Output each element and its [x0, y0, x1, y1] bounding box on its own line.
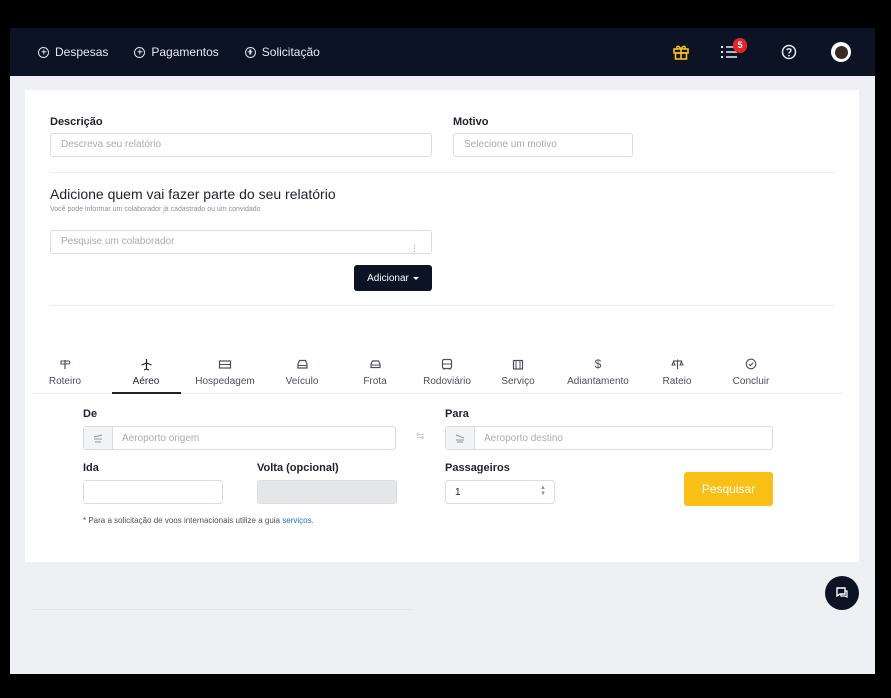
tab-adiantamento[interactable]: $ Adiantamento: [558, 356, 638, 387]
search-flights-label: Pesquisar: [701, 482, 756, 496]
divider: [50, 305, 835, 306]
car-icon: [296, 359, 308, 369]
departure-date-input[interactable]: [83, 480, 223, 504]
de-label: De: [83, 408, 98, 420]
tab-veiculo-label: Veículo: [285, 376, 319, 387]
tasks-icon[interactable]: 5: [719, 38, 747, 62]
note-text: * Para a solicitação de voos internacion…: [83, 516, 281, 525]
tab-rateio-label: Rateio: [662, 376, 692, 387]
chat-icon: [836, 587, 848, 598]
car-icon: [369, 360, 381, 369]
nav-solicitacao[interactable]: Solicitação: [244, 45, 320, 59]
nav-despesas-label: Despesas: [55, 45, 109, 59]
passengers-stepper[interactable]: 1 ▲ ▼: [445, 480, 555, 504]
collaborator-search-placeholder: Pesquise um colaborador: [61, 236, 175, 247]
add-participant-label: Adicionar: [367, 272, 409, 284]
more-vertical-icon: ⋮: [410, 243, 419, 253]
signpost-icon: [60, 360, 71, 369]
tab-rodoviario[interactable]: Rodoviário: [417, 356, 477, 387]
motivo-label: Motivo: [453, 116, 489, 128]
stepper-arrows-icon[interactable]: ▲ ▼: [540, 485, 546, 497]
page-content: Descrição Descreva seu relatório Motivo …: [10, 76, 875, 674]
airplane-icon: [140, 358, 152, 371]
tab-aereo[interactable]: Aéreo: [121, 356, 171, 387]
notification-badge: 5: [733, 38, 747, 53]
search-flights-button[interactable]: Pesquisar: [684, 472, 773, 506]
scale-icon: [670, 359, 684, 369]
descricao-label: Descrição: [50, 116, 103, 128]
help-icon[interactable]: [779, 42, 799, 62]
plus-circle-icon: [38, 46, 49, 58]
origin-airport-input[interactable]: Aeroporto origem: [83, 426, 396, 450]
tab-roteiro[interactable]: Roteiro: [40, 356, 90, 387]
tab-roteiro-label: Roteiro: [48, 376, 82, 387]
departure-icon: [84, 427, 113, 449]
dollar-icon: $: [594, 357, 602, 371]
tab-servico-label: Serviço: [501, 376, 535, 387]
descricao-input[interactable]: Descreva seu relatório: [50, 133, 432, 157]
arrival-icon: [446, 427, 475, 449]
tab-rodoviario-label: Rodoviário: [423, 376, 471, 387]
tab-frota[interactable]: Frota: [350, 356, 400, 387]
international-flights-note: * Para a solicitação de voos internacion…: [83, 516, 314, 525]
chat-button[interactable]: [825, 576, 859, 610]
nav-pagamentos-label: Pagamentos: [151, 45, 219, 59]
nav-solicitacao-label: Solicitação: [261, 45, 320, 59]
divider: [32, 609, 412, 610]
tab-veiculo[interactable]: Veículo: [277, 356, 327, 387]
tab-aereo-label: Aéreo: [132, 376, 160, 387]
tab-servico[interactable]: Serviço: [493, 356, 543, 387]
tab-adiantamento-label: Adiantamento: [567, 376, 629, 387]
ida-label: Ida: [83, 462, 99, 474]
swap-icon[interactable]: ⇆: [416, 431, 424, 442]
tab-concluir-label: Concluir: [732, 376, 770, 387]
tab-concluir[interactable]: Concluir: [726, 356, 776, 387]
return-date-input[interactable]: [257, 480, 397, 504]
top-navbar: Despesas Pagamentos Solicitação 5: [10, 28, 875, 76]
participants-subtitle: Você pode informar um colaborador já cad…: [50, 206, 261, 213]
chevron-down-icon: [412, 276, 419, 280]
active-tab-indicator: [112, 392, 181, 394]
plus-circle-icon: [134, 46, 146, 58]
tab-frota-label: Frota: [363, 376, 387, 387]
servicos-link[interactable]: serviços.: [282, 516, 314, 525]
nav-pagamentos[interactable]: Pagamentos: [134, 45, 219, 59]
passageiros-label: Passageiros: [445, 462, 510, 474]
avatar[interactable]: [831, 42, 851, 62]
para-label: Para: [445, 408, 469, 420]
gift-icon[interactable]: [671, 42, 691, 62]
tab-rateio[interactable]: Rateio: [652, 356, 702, 387]
bed-icon: [218, 360, 232, 369]
origin-airport-placeholder: Aeroporto origem: [122, 432, 200, 444]
briefcase-icon: [512, 359, 524, 370]
divider: [50, 172, 835, 173]
avatar-image: [834, 45, 848, 59]
bus-icon: [441, 358, 453, 370]
check-circle-icon: [745, 358, 757, 370]
collaborator-search-input[interactable]: Pesquise um colaborador ⋮: [50, 230, 432, 254]
nav-despesas[interactable]: Despesas: [38, 45, 108, 59]
volta-label: Volta (opcional): [257, 462, 339, 474]
motivo-select[interactable]: Selecione um motivo: [453, 133, 633, 157]
plus-circle-icon: [244, 46, 256, 58]
add-participant-button[interactable]: Adicionar: [354, 265, 432, 291]
passengers-value: 1: [455, 486, 461, 498]
destination-airport-placeholder: Aeroporto destino: [484, 432, 563, 444]
tab-hospedagem-label: Hospedagem: [195, 376, 255, 387]
destination-airport-input[interactable]: Aeroporto destino: [445, 426, 773, 450]
tab-hospedagem[interactable]: Hospedagem: [190, 356, 260, 387]
participants-title: Adicione quem vai fazer parte do seu rel…: [50, 186, 336, 202]
